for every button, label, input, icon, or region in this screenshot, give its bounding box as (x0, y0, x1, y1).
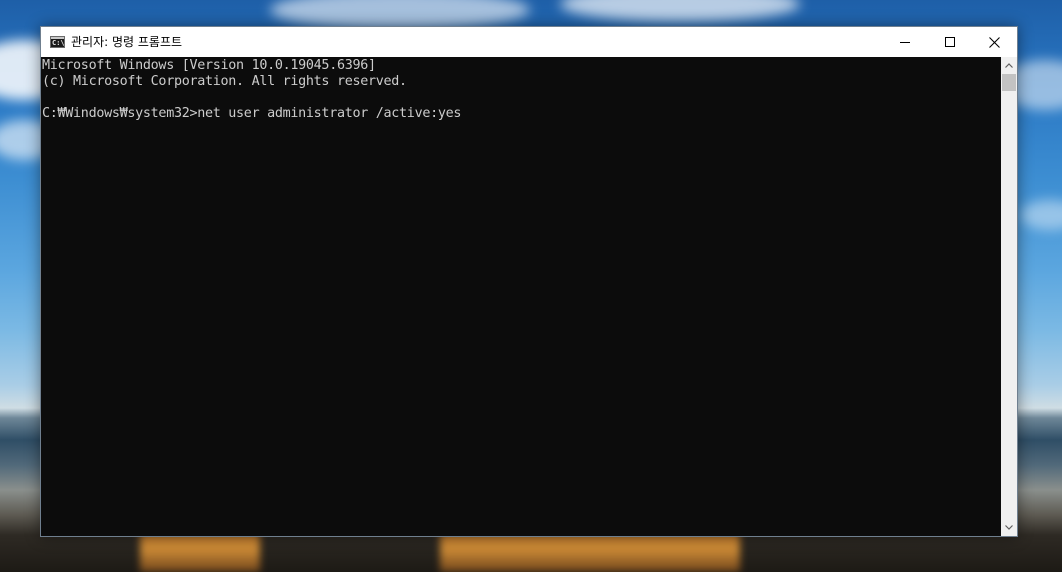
console-command-line[interactable]: C:₩Windows₩system32>net user administrat… (42, 106, 461, 122)
scroll-thumb[interactable] (1002, 74, 1016, 91)
window-title: 관리자: 명령 프롬프트 (71, 35, 183, 49)
minimize-button[interactable] (882, 27, 927, 57)
close-button[interactable] (972, 27, 1017, 57)
console-line: Microsoft Windows [Version 10.0.19045.63… (42, 58, 376, 73)
chevron-down-icon (1005, 525, 1013, 530)
title-bar[interactable]: C:\ 관리자: 명령 프롬프트 (41, 27, 1017, 57)
console-output[interactable]: Microsoft Windows [Version 10.0.19045.63… (41, 57, 1001, 536)
cmd-icon[interactable]: C:\ (50, 36, 65, 48)
maximize-icon (944, 37, 955, 47)
scroll-down-button[interactable] (1001, 519, 1017, 536)
command-prompt-window: C:\ 관리자: 명령 프롬프트 Microsoft Windows [Vers… (40, 26, 1018, 537)
vertical-scrollbar[interactable] (1001, 57, 1017, 536)
chevron-up-icon (1005, 63, 1013, 68)
console-line: (c) Microsoft Corporation. All rights re… (42, 74, 407, 89)
cmd-icon-glyph: C:\ (52, 39, 65, 47)
scroll-up-button[interactable] (1001, 57, 1017, 74)
minimize-icon (899, 42, 910, 43)
close-icon (989, 36, 1000, 48)
maximize-button[interactable] (927, 27, 972, 57)
